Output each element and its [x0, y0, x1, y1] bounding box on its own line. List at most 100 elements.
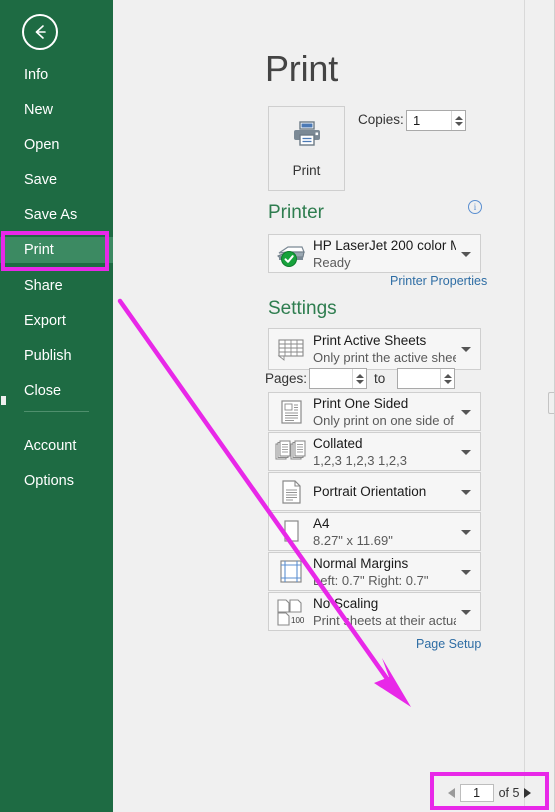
sidebar-item-publish[interactable]: Publish — [0, 343, 113, 369]
printer-name: HP LaserJet 200 color MFP... — [313, 237, 456, 253]
next-page-arrow-icon[interactable] — [524, 788, 532, 798]
orientation-dropdown[interactable]: Portrait Orientation — [268, 472, 481, 511]
print-button[interactable]: Print — [268, 106, 345, 191]
pages-from-spinner[interactable] — [352, 369, 366, 388]
sidebar-item-open[interactable]: Open — [0, 132, 113, 158]
chevron-down-icon[interactable] — [461, 569, 471, 575]
sidebar-item-close[interactable]: Close — [0, 378, 113, 404]
printer-properties-link[interactable]: Printer Properties — [390, 274, 487, 288]
sidebar-item-label: Account — [24, 438, 77, 454]
chevron-down-icon[interactable] — [461, 449, 471, 455]
setting-subtitle: 8.27" x 11.69" — [313, 532, 393, 548]
sidebar-item-options[interactable]: Options — [0, 468, 113, 494]
info-icon[interactable]: i — [468, 200, 482, 214]
spinner-down-icon[interactable] — [443, 379, 452, 384]
setting-subtitle: Only print on one side of th... — [313, 412, 456, 428]
sidebar-item-export[interactable]: Export — [0, 308, 113, 334]
sidebar-item-label: Options — [24, 473, 74, 489]
svg-text:100: 100 — [291, 616, 305, 625]
pages-from-input[interactable] — [309, 368, 367, 389]
sidebar-item-label: Print — [24, 242, 54, 258]
sidebar-item-label: Open — [24, 137, 60, 153]
chevron-down-icon[interactable] — [461, 409, 471, 415]
print-backstage-screen: Info New Open Save Save As Print Share E… — [0, 0, 555, 812]
paper-size-icon — [274, 517, 308, 547]
setting-title: Print One Sided — [313, 395, 409, 411]
printer-ready-icon — [274, 239, 308, 269]
sidebar-item-save[interactable]: Save — [0, 167, 113, 193]
sidebar-item-label: Save — [24, 172, 58, 188]
chevron-down-icon[interactable] — [461, 489, 471, 495]
worksheet-grid-icon — [274, 334, 308, 364]
chevron-down-icon[interactable] — [461, 529, 471, 535]
print-settings-pane: Print Print Copies: 1 Printer i HP Laser… — [113, 0, 555, 812]
setting-title: Normal Margins — [313, 555, 409, 571]
sidebar-divider — [24, 411, 89, 412]
no-scaling-icon: 100 — [274, 597, 308, 627]
preview-bottom-strip — [226, 806, 555, 812]
spinner-up-icon[interactable] — [355, 373, 364, 378]
copies-label: Copies: — [358, 112, 404, 127]
sidebar-item-label: Close — [24, 383, 62, 399]
settings-section-heading: Settings — [268, 298, 337, 319]
setting-subtitle: Only print the active sheets — [313, 350, 456, 365]
collated-pages-icon — [274, 437, 308, 467]
printer-dropdown[interactable]: HP LaserJet 200 color MFP... Ready — [268, 234, 481, 273]
pages-to-label: to — [374, 371, 386, 386]
scaling-dropdown[interactable]: 100 No Scaling Print sheets at their act… — [268, 592, 481, 631]
setting-subtitle: Print sheets at their actual size — [313, 612, 456, 628]
sidebar-item-label: Export — [24, 313, 66, 329]
sidebar-item-share[interactable]: Share — [0, 273, 113, 299]
page-title: Print — [265, 48, 339, 89]
setting-subtitle: 1,2,3 1,2,3 1,2,3 — [313, 452, 407, 468]
sidebar-item-info[interactable]: Info — [0, 62, 113, 88]
sidebar-item-new[interactable]: New — [0, 97, 113, 123]
spinner-up-icon[interactable] — [443, 373, 452, 378]
sidebar-item-label: New — [24, 102, 54, 118]
sidebar-item-save-as[interactable]: Save As — [0, 202, 113, 228]
one-sided-page-icon — [274, 397, 308, 427]
paper-size-dropdown[interactable]: A4 8.27" x 11.69" — [268, 512, 481, 551]
print-range-dropdown[interactable]: Print Active Sheets Only print the activ… — [268, 328, 481, 370]
collation-dropdown[interactable]: Collated 1,2,3 1,2,3 1,2,3 — [268, 432, 481, 471]
chevron-down-icon[interactable] — [461, 347, 471, 352]
sidebar-item-label: Save As — [24, 207, 78, 223]
setting-title: No Scaling — [313, 595, 379, 611]
copies-spinner[interactable] — [451, 111, 465, 130]
pages-to-input[interactable] — [397, 368, 455, 389]
spinner-up-icon[interactable] — [454, 115, 463, 120]
spinner-down-icon[interactable] — [454, 121, 463, 126]
back-arrow-icon[interactable] — [22, 14, 58, 50]
sidebar-item-label: Share — [24, 278, 63, 294]
setting-subtitle: Left: 0.7" Right: 0.7" — [313, 572, 429, 588]
pages-label: Pages: — [265, 371, 308, 386]
spinner-down-icon[interactable] — [355, 379, 364, 384]
window-edge-marker — [1, 396, 6, 405]
preview-pane-divider — [524, 0, 525, 812]
portrait-page-icon — [274, 477, 308, 507]
page-total-label: of 5 — [498, 786, 520, 800]
printer-status: Ready — [313, 254, 351, 270]
printer-section-heading: Printer — [268, 202, 324, 223]
setting-title: Portrait Orientation — [313, 484, 427, 499]
page-setup-link[interactable]: Page Setup — [416, 637, 481, 651]
copies-value[interactable]: 1 — [407, 113, 451, 128]
copies-stepper[interactable]: 1 — [406, 110, 466, 131]
setting-title: Print Active Sheets — [313, 333, 427, 348]
print-sides-dropdown[interactable]: Print One Sided Only print on one side o… — [268, 392, 481, 431]
sidebar-item-print[interactable]: Print — [0, 237, 113, 263]
current-page-input[interactable]: 1 — [459, 784, 494, 802]
printer-icon — [290, 119, 324, 154]
preview-page-navigation: 1 of 5 — [437, 782, 542, 804]
backstage-sidebar: Info New Open Save Save As Print Share E… — [0, 0, 113, 812]
print-button-label: Print — [292, 163, 321, 178]
setting-title: Collated — [313, 435, 363, 451]
chevron-down-icon[interactable] — [461, 609, 471, 615]
prev-page-arrow-icon[interactable] — [447, 788, 455, 798]
sidebar-item-label: Publish — [24, 348, 72, 364]
setting-title: A4 — [313, 515, 330, 531]
chevron-down-icon[interactable] — [461, 251, 471, 257]
margins-dropdown[interactable]: Normal Margins Left: 0.7" Right: 0.7" — [268, 552, 481, 591]
sidebar-item-account[interactable]: Account — [0, 433, 113, 459]
pages-to-spinner[interactable] — [440, 369, 454, 388]
